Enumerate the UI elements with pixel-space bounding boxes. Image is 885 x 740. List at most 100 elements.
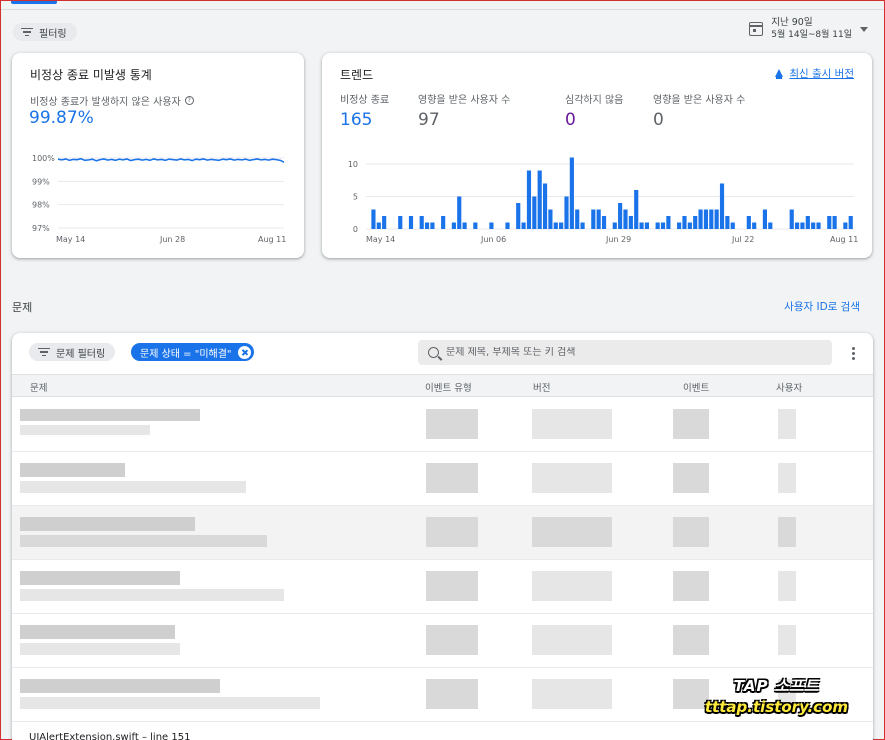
bar[interactable] (398, 216, 403, 229)
bar[interactable] (575, 209, 580, 230)
bar[interactable] (371, 209, 376, 230)
bar[interactable] (714, 209, 719, 230)
bar[interactable] (451, 222, 456, 230)
bar[interactable] (666, 216, 671, 229)
bar[interactable] (805, 216, 810, 229)
bar[interactable] (462, 222, 467, 230)
bar[interactable] (532, 196, 537, 230)
search-by-user-id-link[interactable]: 사용자 ID로 검색 (784, 299, 860, 314)
bar[interactable] (677, 222, 682, 230)
bar[interactable] (698, 209, 703, 230)
issue-search-input[interactable] (446, 347, 806, 358)
bar[interactable] (746, 216, 751, 229)
bar[interactable] (457, 196, 462, 230)
redacted-text (20, 463, 125, 477)
bar[interactable] (569, 157, 574, 230)
watermark: TAP 소프트 tttap.tistory.com (705, 675, 848, 716)
bar[interactable] (612, 222, 617, 230)
bar[interactable] (832, 216, 837, 229)
table-row[interactable] (12, 560, 873, 614)
watermark-line2: tttap.tistory.com (704, 698, 848, 716)
bar[interactable] (596, 209, 601, 230)
issue-search-box[interactable] (418, 340, 832, 365)
bar[interactable] (800, 222, 805, 230)
bar[interactable] (382, 216, 387, 229)
bar[interactable] (505, 222, 510, 230)
more-vert-icon[interactable] (851, 347, 855, 360)
filter-chip[interactable]: 필터링 (13, 23, 77, 41)
table-row[interactable] (12, 398, 873, 452)
bar[interactable] (408, 216, 414, 229)
bar[interactable] (537, 170, 542, 230)
bar[interactable] (730, 222, 735, 230)
search-icon (428, 347, 439, 358)
divider (1, 9, 884, 10)
column-header-users[interactable]: 사용자 (776, 380, 802, 394)
bar[interactable] (752, 222, 757, 230)
bar[interactable] (719, 183, 725, 230)
bar[interactable] (639, 222, 644, 230)
bar[interactable] (473, 222, 478, 230)
column-header-events[interactable]: 이벤트 (683, 380, 709, 394)
table-row[interactable] (12, 452, 873, 506)
bar[interactable] (811, 222, 816, 230)
redacted-text (20, 571, 180, 585)
bar[interactable] (623, 209, 628, 230)
bar[interactable] (682, 216, 687, 229)
y-tick-label: 97% (32, 224, 50, 233)
y-tick-label: 5 (353, 193, 358, 202)
bar[interactable] (489, 222, 494, 230)
date-range-picker[interactable]: 지난 90일 5월 14일~8월 11일 (749, 17, 868, 41)
bar[interactable] (419, 216, 424, 229)
bar[interactable] (542, 183, 548, 230)
bar[interactable] (618, 203, 623, 229)
redacted-text (778, 463, 796, 493)
bar[interactable] (376, 222, 381, 230)
bar[interactable] (580, 222, 585, 230)
filter-chip-label: 필터링 (39, 28, 67, 40)
bar[interactable] (703, 209, 709, 230)
redacted-text (673, 625, 709, 655)
bar[interactable] (816, 222, 821, 230)
redacted-text (20, 589, 284, 601)
bar[interactable] (693, 216, 698, 229)
column-header-issue[interactable]: 문제 (30, 380, 47, 394)
bar[interactable] (521, 222, 526, 230)
close-icon[interactable] (237, 345, 251, 359)
bar[interactable] (559, 222, 564, 230)
bar[interactable] (709, 209, 714, 230)
table-row[interactable] (12, 614, 873, 668)
issue-status-chip[interactable]: 문제 상태 = "미해결" (131, 343, 254, 361)
column-header-event-type[interactable]: 이벤트 유형 (425, 380, 472, 394)
bar[interactable] (644, 222, 650, 230)
bar[interactable] (553, 222, 558, 230)
bar[interactable] (843, 222, 848, 230)
column-header-version[interactable]: 버전 (533, 380, 550, 394)
bar[interactable] (526, 170, 532, 230)
bar[interactable] (591, 209, 596, 230)
bar[interactable] (762, 209, 767, 230)
table-row[interactable] (12, 506, 873, 560)
bar[interactable] (548, 209, 553, 230)
issue-title[interactable]: UIAlertExtension.swift – line 151 (29, 732, 190, 740)
bar[interactable] (628, 216, 633, 229)
bar[interactable] (768, 222, 773, 230)
bar[interactable] (634, 190, 639, 229)
bar[interactable] (660, 222, 666, 230)
bar[interactable] (441, 216, 446, 229)
bar[interactable] (827, 216, 832, 229)
y-tick-label: 99% (32, 177, 50, 186)
bar[interactable] (601, 216, 607, 229)
bar[interactable] (725, 216, 730, 229)
bar[interactable] (848, 216, 853, 229)
bar[interactable] (564, 196, 569, 230)
bar[interactable] (687, 222, 692, 230)
bar[interactable] (424, 222, 430, 230)
bar[interactable] (795, 222, 800, 230)
bar[interactable] (655, 222, 660, 230)
issue-filter-chip[interactable]: 문제 필터링 (29, 343, 116, 361)
bar[interactable] (789, 209, 794, 230)
redacted-text (20, 481, 246, 493)
bar[interactable] (516, 203, 521, 229)
bar[interactable] (430, 222, 435, 230)
